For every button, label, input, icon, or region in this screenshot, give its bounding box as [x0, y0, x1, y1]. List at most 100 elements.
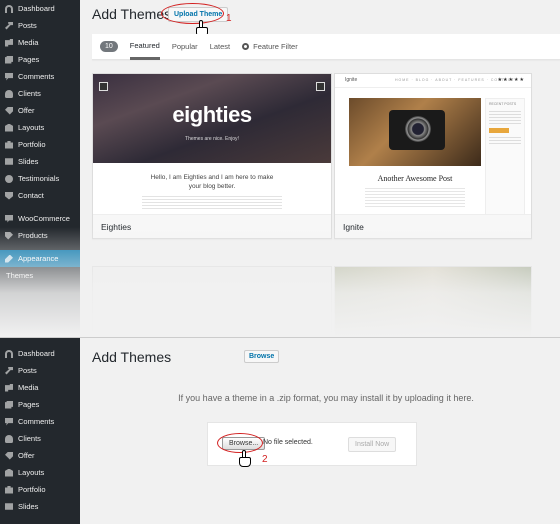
ignite-logo: Ignite: [345, 77, 358, 83]
comments-icon: [5, 417, 13, 426]
browse-theme-screen: Dashboard Posts Media Pages Comments Cli…: [0, 337, 560, 524]
sidebar-item-posts[interactable]: Posts: [0, 17, 80, 34]
pin-icon: [5, 21, 13, 30]
theme-card-ignite[interactable]: Ignite HOME · BLOG · ABOUT · FEATURES · …: [334, 73, 532, 239]
tab-popular[interactable]: Popular: [172, 34, 198, 60]
gear-icon: [242, 43, 250, 50]
sidebar-item-label: Slides: [18, 157, 39, 166]
theme-count-badge: 10: [100, 41, 118, 52]
sidebar-item-clients[interactable]: Clients: [0, 85, 80, 102]
step-number-1: 1: [226, 13, 232, 24]
pin-icon: [5, 366, 13, 375]
sidebar-item-portfolio[interactable]: Portfolio: [0, 481, 80, 498]
theme-card[interactable]: [334, 266, 532, 337]
sidebar-item-label: Clients: [18, 89, 41, 98]
media-icon: [5, 38, 13, 47]
sidebar-item-dashboard[interactable]: Dashboard: [0, 0, 80, 17]
theme-preview-body: Hello, I am Eighties and I am here to ma…: [93, 163, 331, 215]
ignite-sidebar: RECENT POSTS: [485, 98, 525, 216]
sidebar-item-label: Comments: [18, 417, 55, 426]
placeholder-text-lines: [142, 196, 282, 210]
camera-photo: [349, 98, 481, 166]
annotation-circle: [161, 3, 224, 24]
sidebar-item-pages[interactable]: Pages: [0, 51, 80, 68]
theme-name: Ignite: [335, 214, 531, 238]
theme-card[interactable]: [92, 266, 332, 337]
eighties-tagline: Themes are nice. Enjoy!: [185, 136, 239, 142]
woocommerce-icon: [5, 214, 13, 223]
sidebar-item-comments[interactable]: Comments: [0, 68, 80, 85]
tab-latest[interactable]: Latest: [210, 34, 230, 60]
sidebar-item-media[interactable]: Media: [0, 34, 80, 51]
sidebar-item-label: Pages: [18, 400, 40, 409]
sidebar-item-label: Dashboard: [18, 349, 55, 358]
tab-featured[interactable]: Featured: [129, 34, 160, 60]
feature-filter-link[interactable]: Feature Filter: [242, 34, 298, 60]
dashboard-icon: [5, 349, 13, 358]
portfolio-icon: [5, 140, 13, 149]
theme-name: Eighties: [93, 214, 331, 238]
sidebar-item-slides[interactable]: Slides: [0, 153, 80, 170]
clients-icon: [5, 434, 13, 443]
theme-card-eighties[interactable]: eighties Themes are nice. Enjoy! Hello, …: [92, 73, 332, 239]
browse-toggle-button[interactable]: Browse: [244, 350, 280, 363]
sidebar-item-label: Pages: [18, 55, 40, 64]
sidebar-item-contact[interactable]: Contact: [0, 187, 80, 204]
comments-icon: [5, 72, 13, 81]
hand-cursor-icon: [238, 450, 252, 468]
sidebar-subitem-themes[interactable]: Themes: [0, 267, 80, 284]
sidebar-item-label: Clients: [18, 434, 41, 443]
sidebar-item-layouts[interactable]: Layouts: [0, 464, 80, 481]
sidebar-item-testimonials[interactable]: Testimonials: [0, 170, 80, 187]
theme-preview-icon: [99, 82, 108, 91]
sidebar-item-label: WooCommerce: [18, 214, 70, 223]
sidebar-item-clients[interactable]: Clients: [0, 430, 80, 447]
file-status-text: No file selected.: [263, 439, 313, 446]
sidebar-item-label: Testimonials: [18, 174, 60, 183]
sidebar-item-media[interactable]: Media: [0, 379, 80, 396]
layouts-icon: [5, 468, 13, 477]
offer-icon: [5, 106, 13, 115]
sidebar-item-label: Slides: [18, 502, 39, 511]
sidebar-item-label: Contact: [18, 191, 44, 200]
sidebar-item-offer[interactable]: Offer: [0, 447, 80, 464]
eighties-logo-text: eighties: [172, 102, 252, 127]
pages-icon: [5, 55, 13, 64]
theme-screenshot: Ignite HOME · BLOG · ABOUT · FEATURES · …: [335, 74, 531, 216]
appearance-icon: [5, 254, 13, 263]
offer-icon: [5, 451, 13, 460]
ignite-sidebar-button: [489, 128, 509, 133]
upload-instructions: If you have a theme in a .zip format, yo…: [178, 393, 474, 403]
theme-preview-icon: [316, 82, 325, 91]
sidebar-item-appearance[interactable]: Appearance: [0, 250, 80, 267]
sidebar-item-label: Comments: [18, 72, 55, 81]
sidebar-item-woocommerce[interactable]: WooCommerce: [0, 210, 80, 227]
testimonials-icon: [5, 174, 13, 183]
theme-filter-bar: 10 Featured Popular Latest Feature Filte…: [92, 34, 560, 60]
sidebar-item-label: Products: [18, 231, 48, 240]
sidebar-item-offer[interactable]: Offer: [0, 102, 80, 119]
sidebar-item-slides[interactable]: Slides: [0, 498, 80, 515]
admin-sidebar: Dashboard Posts Media Pages Comments Cli…: [0, 338, 80, 524]
sidebar-item-posts[interactable]: Posts: [0, 362, 80, 379]
sidebar-item-portfolio[interactable]: Portfolio: [0, 136, 80, 153]
sidebar-item-label: Offer: [18, 106, 35, 115]
sidebar-item-comments[interactable]: Comments: [0, 413, 80, 430]
sidebar-item-pages[interactable]: Pages: [0, 396, 80, 413]
sidebar-item-label: Media: [18, 383, 39, 392]
sidebar-item-layouts[interactable]: Layouts: [0, 119, 80, 136]
ignite-rating: ★★★★★: [497, 77, 525, 83]
page-title: Add Themes: [92, 349, 172, 365]
placeholder-text-lines: [365, 188, 465, 208]
contact-icon: [5, 191, 13, 200]
sidebar-item-dashboard[interactable]: Dashboard: [0, 345, 80, 362]
pages-icon: [5, 400, 13, 409]
install-now-button[interactable]: Install Now: [348, 437, 397, 452]
page-title: Add Themes: [92, 6, 172, 22]
sidebar-item-products[interactable]: Products: [0, 227, 80, 244]
admin-sidebar: Dashboard Posts Media Pages Comments Cli…: [0, 0, 80, 337]
ignite-post-title: Another Awesome Post: [377, 174, 453, 183]
sidebar-item-label: Posts: [18, 366, 37, 375]
dashboard-icon: [5, 4, 13, 13]
sidebar-item-label: Posts: [18, 21, 37, 30]
